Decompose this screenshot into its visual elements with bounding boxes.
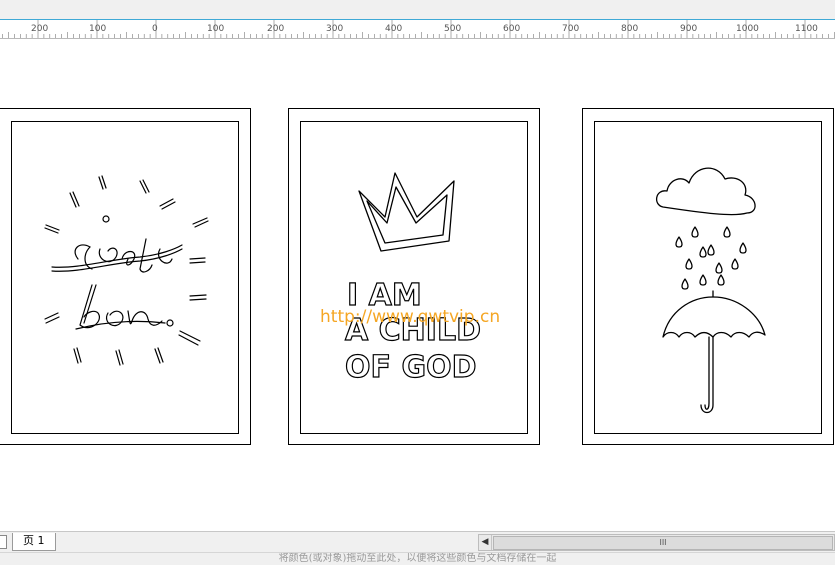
card-child-of-god[interactable]: I AM A CHILD OF GOD <box>288 108 540 445</box>
ruler-label: 1100 <box>795 24 818 34</box>
ruler-label: 700 <box>562 24 579 34</box>
page-tab[interactable]: 页 1 <box>12 533 56 551</box>
document-navigator: 页 1 ◀ III <box>0 531 835 552</box>
ruler-label: 100 <box>89 24 106 34</box>
scroll-left-icon[interactable]: ◀ <box>479 535 492 550</box>
cloud-umbrella-artwork <box>656 167 766 414</box>
crown-artwork: I AM A CHILD OF GOD <box>344 172 482 386</box>
card-cloud-umbrella[interactable] <box>582 108 834 445</box>
page-nav-button[interactable] <box>0 535 7 549</box>
ruler-label: 800 <box>621 24 638 34</box>
ruler-label: 1000 <box>736 24 759 34</box>
ruler-label: 400 <box>385 24 402 34</box>
card-cest-bon[interactable] <box>0 108 251 445</box>
ruler-ticks: 200 100 0 100 200 300 400 500 600 700 80… <box>2 20 835 38</box>
scroll-thumb[interactable]: III <box>493 536 833 550</box>
ruler-label: 100 <box>207 24 224 34</box>
ruler-label: 200 <box>31 24 48 34</box>
cest-bon-artwork <box>44 175 209 366</box>
drawing-canvas[interactable]: I AM A CHILD OF GOD http://www.qwtvip.cn <box>0 39 835 531</box>
ruler-label: 300 <box>326 24 343 34</box>
color-drop-hint: 将颜色(或对象)拖动至此处，以便将这些颜色与文档存储在一起 <box>0 552 835 565</box>
child-text-line: OF GOD <box>345 350 476 385</box>
horizontal-ruler[interactable]: 200 100 0 100 200 300 400 500 600 700 80… <box>0 20 835 39</box>
ruler-label: 0 <box>152 24 158 34</box>
ruler-label: 500 <box>444 24 461 34</box>
ruler-label: 900 <box>680 24 697 34</box>
horizontal-scrollbar[interactable]: ◀ III <box>478 534 835 551</box>
toolbar-strip <box>0 0 835 20</box>
ruler-label: 600 <box>503 24 520 34</box>
ruler-label: 200 <box>267 24 284 34</box>
watermark-text: http://www.qwtvip.cn <box>320 307 501 327</box>
